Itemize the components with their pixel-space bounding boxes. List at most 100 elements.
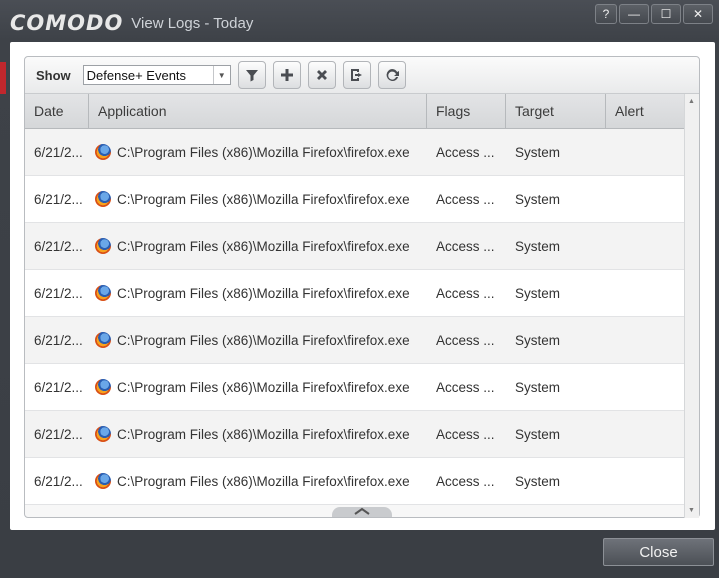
red-accent-tab — [0, 62, 6, 94]
firefox-icon — [95, 379, 111, 395]
add-button[interactable] — [272, 61, 301, 89]
cell-date: 6/21/2... — [34, 144, 83, 160]
refresh-button[interactable] — [377, 61, 406, 89]
firefox-icon — [95, 285, 111, 301]
cell-target: System — [515, 426, 561, 442]
column-header-flags[interactable]: Flags — [427, 94, 506, 128]
firefox-icon — [95, 473, 111, 489]
cell-date: 6/21/2... — [34, 238, 83, 254]
application-path: C:\Program Files (x86)\Mozilla Firefox\f… — [117, 473, 410, 489]
table-row[interactable]: 6/21/2... C:\Program Files (x86)\Mozilla … — [25, 364, 684, 411]
table-row[interactable]: 6/21/2... C:\Program Files (x86)\Mozilla … — [25, 411, 684, 458]
title-bar: COMODO View Logs - Today — [10, 8, 253, 38]
table-row[interactable]: 6/21/2... C:\Program Files (x86)\Mozilla … — [25, 129, 684, 176]
vertical-scrollbar[interactable]: ▲ ▼ — [684, 94, 699, 518]
firefox-icon — [95, 426, 111, 442]
application-path: C:\Program Files (x86)\Mozilla Firefox\f… — [117, 238, 410, 254]
application-path: C:\Program Files (x86)\Mozilla Firefox\f… — [117, 332, 410, 348]
cell-alert — [606, 270, 684, 316]
cell-date: 6/21/2... — [34, 473, 83, 489]
help-button[interactable]: ? — [595, 4, 617, 24]
window-controls: ? — ☐ ✕ — [595, 4, 713, 24]
table-row[interactable]: 6/21/2... C:\Program Files (x86)\Mozilla … — [25, 270, 684, 317]
cell-date: 6/21/2... — [34, 332, 83, 348]
cell-application: C:\Program Files (x86)\Mozilla Firefox\f… — [89, 270, 427, 316]
log-view: Show Defense+ Events ▼ Date Application … — [24, 56, 700, 518]
application-path: C:\Program Files (x86)\Mozilla Firefox\f… — [117, 191, 410, 207]
cell-alert — [606, 317, 684, 363]
table-row[interactable]: 6/21/2... C:\Program Files (x86)\Mozilla … — [25, 223, 684, 270]
show-label: Show — [36, 67, 71, 83]
comodo-logo: COMODO — [10, 11, 124, 35]
cell-date: 6/21/2... — [34, 191, 83, 207]
window-title: View Logs - Today — [131, 14, 254, 32]
cell-application: C:\Program Files (x86)\Mozilla Firefox\f… — [89, 176, 427, 222]
table-row[interactable]: 6/21/2... C:\Program Files (x86)\Mozilla … — [25, 317, 684, 364]
event-type-select[interactable]: Defense+ Events ▼ — [82, 65, 231, 85]
cell-target: System — [515, 285, 561, 301]
view-logs-window: COMODO View Logs - Today ? — ☐ ✕ Show De… — [0, 0, 719, 578]
chevron-down-icon: ▼ — [212, 66, 230, 84]
close-button[interactable]: Close — [603, 538, 714, 566]
filter-icon — [245, 70, 258, 82]
scroll-up-icon[interactable]: ▲ — [688, 98, 695, 105]
table-row[interactable]: 6/21/2... C:\Program Files (x86)\Mozilla … — [25, 458, 684, 505]
cell-flags: Access ... — [436, 191, 495, 207]
cell-flags: Access ... — [436, 473, 495, 489]
firefox-icon — [95, 144, 111, 160]
close-window-button[interactable]: ✕ — [683, 4, 713, 24]
cell-application: C:\Program Files (x86)\Mozilla Firefox\f… — [89, 129, 427, 175]
cell-flags: Access ... — [436, 144, 495, 160]
firefox-icon — [95, 238, 111, 254]
cell-target: System — [515, 332, 561, 348]
event-type-value: Defense+ Events — [86, 67, 187, 83]
export-icon — [350, 69, 362, 81]
minimize-button[interactable]: — — [619, 4, 649, 24]
cell-alert — [606, 223, 684, 269]
scroll-down-icon[interactable]: ▼ — [688, 507, 695, 514]
cell-flags: Access ... — [436, 285, 495, 301]
cell-date: 6/21/2... — [34, 426, 83, 442]
firefox-icon — [95, 332, 111, 348]
cell-date: 6/21/2... — [34, 379, 83, 395]
column-header-application[interactable]: Application — [89, 94, 427, 128]
cell-flags: Access ... — [436, 426, 495, 442]
application-path: C:\Program Files (x86)\Mozilla Firefox\f… — [117, 426, 410, 442]
cell-date: 6/21/2... — [34, 285, 83, 301]
cell-target: System — [515, 191, 561, 207]
chevron-up-icon — [354, 507, 370, 515]
cell-flags: Access ... — [436, 332, 495, 348]
cell-alert — [606, 129, 684, 175]
cell-flags: Access ... — [436, 379, 495, 395]
application-path: C:\Program Files (x86)\Mozilla Firefox\f… — [117, 285, 410, 301]
plus-icon — [280, 69, 293, 81]
maximize-button[interactable]: ☐ — [651, 4, 681, 24]
filter-button[interactable] — [237, 61, 266, 89]
column-header-target[interactable]: Target — [506, 94, 606, 128]
application-path: C:\Program Files (x86)\Mozilla Firefox\f… — [117, 144, 410, 160]
cell-target: System — [515, 379, 561, 395]
cell-alert — [606, 364, 684, 410]
delete-button[interactable] — [307, 61, 336, 89]
cell-flags: Access ... — [436, 238, 495, 254]
column-header-date[interactable]: Date — [25, 94, 89, 128]
cell-application: C:\Program Files (x86)\Mozilla Firefox\f… — [89, 223, 427, 269]
refresh-icon — [386, 69, 399, 81]
table-row[interactable]: 6/21/2... C:\Program Files (x86)\Mozilla … — [25, 176, 684, 223]
cell-application: C:\Program Files (x86)\Mozilla Firefox\f… — [89, 411, 427, 457]
cell-target: System — [515, 238, 561, 254]
table-header: Date Application Flags Target Alert — [25, 94, 684, 129]
table-body: 6/21/2... C:\Program Files (x86)\Mozilla … — [25, 129, 684, 505]
cell-target: System — [515, 473, 561, 489]
column-header-alert[interactable]: Alert — [606, 94, 684, 128]
cell-alert — [606, 458, 684, 504]
firefox-icon — [95, 191, 111, 207]
application-path: C:\Program Files (x86)\Mozilla Firefox\f… — [117, 379, 410, 395]
cell-alert — [606, 411, 684, 457]
x-icon — [316, 70, 327, 80]
collapse-handle[interactable] — [332, 507, 392, 517]
toolbar: Show Defense+ Events ▼ — [25, 57, 699, 94]
export-button[interactable] — [342, 61, 371, 89]
log-table: Date Application Flags Target Alert 6/21… — [25, 94, 684, 518]
cell-alert — [606, 176, 684, 222]
